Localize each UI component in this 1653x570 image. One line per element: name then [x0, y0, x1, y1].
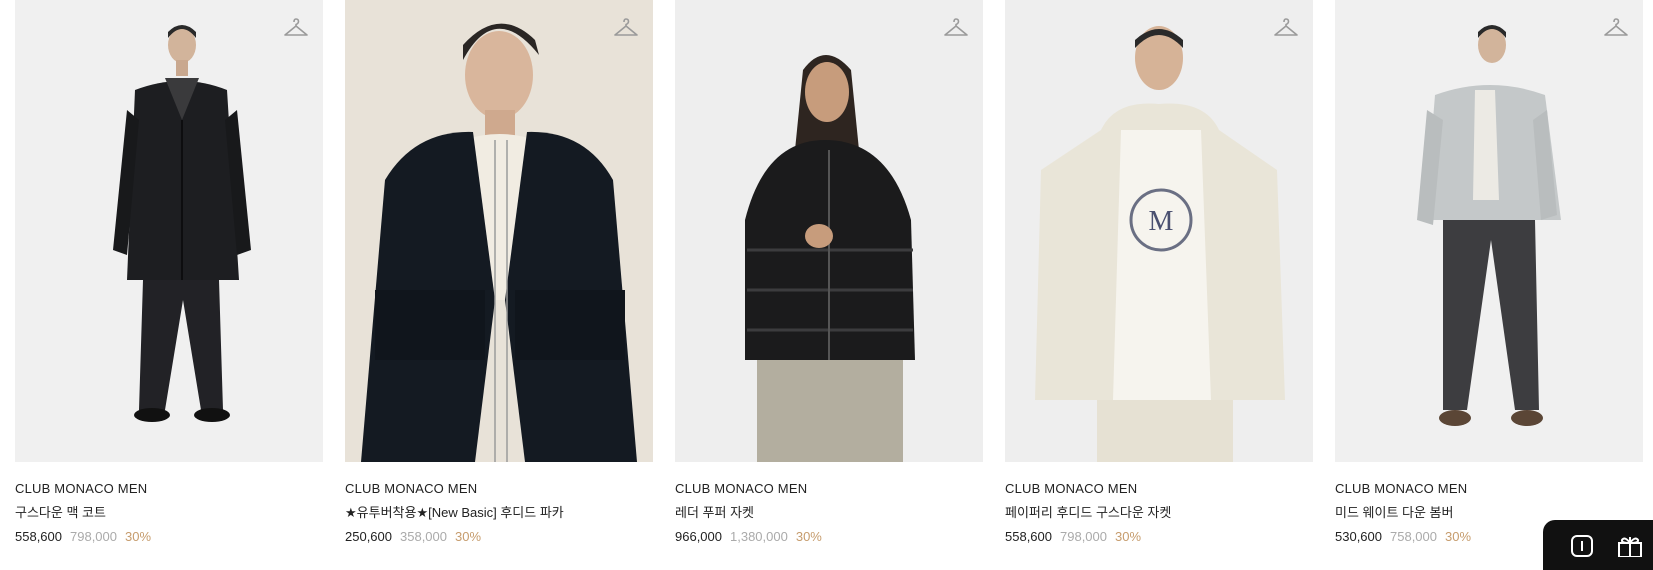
product-card[interactable]: CLUB MONACO MEN 구스다운 맥 코트 558,600 798,000… — [15, 0, 323, 545]
price-row: 558,600 798,000 30% — [15, 529, 323, 545]
product-card[interactable]: CLUB MONACO MEN ★유투버착용★[New Basic] 후디드 파… — [345, 0, 653, 545]
price-row: 966,000 1,380,000 30% — [675, 529, 983, 545]
product-photo-navy-hooded-parka — [345, 0, 653, 462]
product-brand[interactable]: CLUB MONACO MEN — [1005, 481, 1313, 497]
original-price: 798,000 — [70, 529, 117, 544]
product-brand[interactable]: CLUB MONACO MEN — [15, 481, 323, 497]
hanger-icon[interactable] — [283, 16, 309, 40]
product-photo-black-leather-puffer — [675, 0, 983, 462]
product-grid: CLUB MONACO MEN 구스다운 맥 코트 558,600 798,000… — [15, 0, 1653, 551]
sale-price: 250,600 — [345, 529, 392, 544]
sale-price: 558,600 — [1005, 529, 1052, 544]
floating-toolbar — [1543, 520, 1653, 570]
original-price: 358,000 — [400, 529, 447, 544]
add-icon[interactable] — [1571, 535, 1593, 562]
sale-price: 966,000 — [675, 529, 722, 544]
product-image[interactable] — [675, 0, 983, 462]
product-brand[interactable]: CLUB MONACO MEN — [345, 481, 653, 497]
product-image[interactable] — [345, 0, 653, 462]
hanger-icon[interactable] — [1603, 16, 1629, 40]
product-card[interactable]: CLUB MONACO MEN 미드 웨이트 다운 봄버 530,600 758,… — [1335, 0, 1643, 545]
sale-price: 558,600 — [15, 529, 62, 544]
product-image[interactable]: M — [1005, 0, 1313, 462]
price-row: 558,600 798,000 30% — [1005, 529, 1313, 545]
discount-rate: 30% — [455, 529, 482, 544]
original-price: 1,380,000 — [730, 529, 788, 544]
product-name[interactable]: 미드 웨이트 다운 봄버 — [1335, 505, 1643, 521]
product-name[interactable]: 페이퍼리 후디드 구스다운 자켓 — [1005, 505, 1313, 521]
product-photo-cream-hooded-down: M — [1005, 0, 1313, 462]
hanger-icon[interactable] — [943, 16, 969, 40]
price-row: 250,600 358,000 30% — [345, 529, 653, 545]
original-price: 758,000 — [1390, 529, 1437, 544]
hanger-icon[interactable] — [613, 16, 639, 40]
discount-rate: 30% — [125, 529, 152, 544]
product-name[interactable]: ★유투버착용★[New Basic] 후디드 파카 — [345, 505, 653, 521]
product-image[interactable] — [1335, 0, 1643, 462]
discount-rate: 30% — [795, 529, 822, 544]
discount-rate: 30% — [1115, 529, 1142, 544]
discount-rate: 30% — [1445, 529, 1472, 544]
gift-icon[interactable] — [1617, 535, 1643, 562]
product-brand[interactable]: CLUB MONACO MEN — [1335, 481, 1643, 497]
product-brand[interactable]: CLUB MONACO MEN — [675, 481, 983, 497]
svg-text:M: M — [1149, 206, 1174, 237]
product-card[interactable]: M CLUB MONACO MEN 페이퍼리 후디드 구스다운 자켓 558,6… — [1005, 0, 1313, 545]
original-price: 798,000 — [1060, 529, 1107, 544]
product-photo-black-mac-coat — [15, 0, 323, 462]
product-image[interactable] — [15, 0, 323, 462]
product-photo-grey-down-bomber — [1335, 0, 1643, 462]
sale-price: 530,600 — [1335, 529, 1382, 544]
product-card[interactable]: CLUB MONACO MEN 레더 푸퍼 자켓 966,000 1,380,00… — [675, 0, 983, 545]
product-name[interactable]: 구스다운 맥 코트 — [15, 505, 323, 521]
hanger-icon[interactable] — [1273, 16, 1299, 40]
product-name[interactable]: 레더 푸퍼 자켓 — [675, 505, 983, 521]
